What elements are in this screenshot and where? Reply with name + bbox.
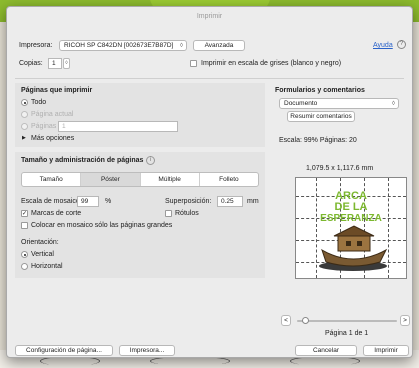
next-page-button[interactable]: >	[400, 315, 410, 326]
forms-select-value: Documento	[284, 100, 318, 107]
printer-label: Impresora:	[19, 42, 53, 49]
pages-title: Páginas que imprimir	[21, 87, 93, 94]
chevron-updown-icon: ◊	[392, 101, 395, 107]
copies-stepper[interactable]: ◊	[63, 58, 70, 69]
forms-title: Formularios y comentarios	[275, 87, 365, 94]
copies-input[interactable]: 1	[48, 58, 62, 69]
preview-title-line2: DE LA	[334, 201, 368, 213]
info-icon[interactable]: i	[146, 156, 155, 165]
copies-label: Copias:	[19, 60, 43, 67]
printer-select-value: RICOH SP C842DN [002673E7B87D]	[64, 42, 174, 49]
tab-size[interactable]: Tamaño	[22, 173, 82, 186]
disclosure-triangle-icon[interactable]: ▶	[22, 135, 26, 141]
help-link[interactable]: Ayuda	[373, 42, 393, 49]
pages-current-label: Página actual	[31, 111, 74, 118]
help-icon[interactable]: ?	[397, 40, 406, 49]
forms-select[interactable]: Documento ◊	[279, 98, 399, 109]
pages-all-label: Todo	[31, 99, 47, 106]
size-mode-tabs: Tamaño Póster Múltiple Folleto	[21, 172, 259, 187]
orientation-panel: Orientación: Vertical Horizontal	[15, 233, 265, 277]
divider	[15, 78, 404, 79]
vertical-radio[interactable]	[21, 251, 28, 258]
tab-booklet[interactable]: Folleto	[200, 173, 258, 186]
cut-marks-label: Marcas de corte	[31, 210, 82, 217]
cancel-button[interactable]: Cancelar	[295, 345, 357, 356]
tab-multiple[interactable]: Múltiple	[141, 173, 200, 186]
ark-illustration	[319, 225, 388, 271]
summarize-comments-button[interactable]: Resumir comentarios	[287, 111, 355, 122]
tab-poster[interactable]: Póster	[81, 173, 141, 186]
overlap-unit: mm	[247, 198, 259, 205]
printer-button[interactable]: Impresora...	[119, 345, 175, 356]
labels-label: Rótulos	[175, 210, 199, 217]
scale-info: Escala: 99% Páginas: 20	[279, 137, 357, 144]
tile-scale-input[interactable]: 99	[77, 196, 99, 207]
pages-range-label: Páginas	[31, 123, 57, 130]
pages-panel: Páginas que imprimir Todo Página actual …	[15, 83, 265, 147]
more-options-link[interactable]: Más opciones	[31, 135, 74, 142]
advanced-button[interactable]: Avanzada	[193, 40, 245, 51]
preview-dimensions: 1,079.5 x 1,117.6 mm	[306, 165, 374, 172]
chevron-updown-icon: ◊	[180, 43, 183, 49]
page-setup-button[interactable]: Configuración de página...	[15, 345, 113, 356]
size-title: Tamaño y administración de páginas	[21, 157, 144, 164]
page-slider[interactable]	[297, 317, 397, 324]
printer-select[interactable]: RICOH SP C842DN [002673E7B87D] ◊	[59, 40, 187, 51]
horizontal-radio[interactable]	[21, 263, 28, 270]
grayscale-checkbox[interactable]	[190, 60, 197, 67]
previous-page-button[interactable]: <	[281, 315, 291, 326]
orientation-title: Orientación:	[21, 239, 59, 246]
labels-checkbox[interactable]	[165, 210, 172, 217]
print-button[interactable]: Imprimir	[363, 345, 409, 356]
vertical-label: Vertical	[31, 251, 54, 258]
tile-scale-label: Escala de mosaico:	[21, 198, 82, 205]
pages-range-input[interactable]: 1	[58, 121, 178, 132]
pages-range-radio[interactable]	[21, 123, 28, 130]
horizontal-label: Horizontal	[31, 263, 63, 270]
tile-scale-unit: %	[105, 198, 112, 205]
preview-title-line3: ESPERANZA	[320, 213, 382, 224]
print-dialog: Imprimir Impresora: RICOH SP C842DN [002…	[6, 6, 413, 358]
pages-current-radio[interactable]	[21, 111, 28, 118]
cut-marks-checkbox[interactable]: ✓	[21, 210, 28, 217]
overlap-input[interactable]: 0.25	[217, 196, 243, 207]
pages-all-radio[interactable]	[21, 99, 28, 106]
page-indicator: Página 1 de 1	[325, 330, 369, 337]
overlap-label: Superposición:	[165, 198, 212, 205]
large-pages-checkbox[interactable]	[21, 222, 28, 229]
grayscale-label: Imprimir en escala de grises (blanco y n…	[201, 60, 342, 67]
dialog-title: Imprimir	[196, 13, 223, 20]
print-preview: ARCA DE LA ESPERANZA	[295, 177, 407, 279]
large-pages-label: Colocar en mosaico sólo las páginas gran…	[31, 222, 173, 229]
page-slider-knob[interactable]	[301, 317, 309, 324]
